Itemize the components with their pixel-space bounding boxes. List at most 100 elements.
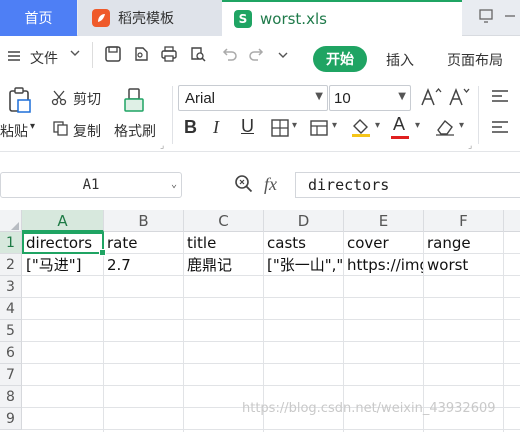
- underline-button[interactable]: U: [241, 116, 254, 137]
- print-icon[interactable]: [160, 45, 178, 68]
- menu-file[interactable]: 文件: [30, 48, 58, 68]
- tab-home[interactable]: 首页: [0, 0, 77, 36]
- cell-e1[interactable]: cover: [343, 232, 423, 254]
- align-top-icon[interactable]: [490, 88, 510, 110]
- fill-color-dropdown-icon[interactable]: ▾: [375, 120, 380, 131]
- window-mode-icon[interactable]: [478, 8, 494, 28]
- hamburger-menu-icon[interactable]: [6, 48, 22, 68]
- chevron-down-icon[interactable]: [68, 46, 82, 64]
- tab-file-label: worst.xls: [260, 10, 327, 28]
- tab-daoke-templates[interactable]: 稻壳模板: [78, 0, 222, 36]
- row-header-7[interactable]: 7: [0, 364, 22, 386]
- print-preview-icon[interactable]: [189, 45, 207, 68]
- select-all-corner[interactable]: [0, 210, 22, 232]
- font-color-dropdown-icon[interactable]: ▾: [415, 120, 420, 131]
- active-cell-selection[interactable]: [22, 232, 106, 256]
- column-header-a[interactable]: A: [22, 210, 104, 232]
- font-size-select[interactable]: 10 ▼: [329, 85, 411, 111]
- grid-line: [22, 429, 520, 430]
- row-header-4[interactable]: 4: [0, 298, 22, 320]
- chevron-down-icon: ⌄: [170, 179, 177, 190]
- spreadsheet-window: 首页 稻壳模板 S worst.xls 文件 开始 插入 页面布局 粘贴 ▾ 剪…: [0, 0, 520, 432]
- font-name-select[interactable]: Arial ▼: [178, 85, 328, 111]
- cell-c1[interactable]: title: [183, 232, 263, 254]
- cell-f1[interactable]: range: [423, 232, 503, 254]
- tab-home-label: 首页: [24, 11, 53, 27]
- font-group-expander-icon[interactable]: ⌟: [468, 141, 472, 151]
- ribbon-divider: [172, 86, 173, 144]
- row-header-2[interactable]: 2: [0, 254, 22, 276]
- tab-daoke-label: 稻壳模板: [118, 11, 174, 27]
- cell-c2[interactable]: 鹿鼎记: [183, 254, 263, 276]
- font-color-swatch: [391, 136, 409, 139]
- tab-start[interactable]: 开始: [313, 46, 367, 72]
- format-painter-button[interactable]: 格式刷: [114, 121, 156, 141]
- row-header-9[interactable]: 9: [0, 408, 22, 430]
- tab-insert[interactable]: 插入: [386, 50, 414, 70]
- clipboard-group-expander-icon[interactable]: ⌟: [160, 141, 164, 151]
- cell-a2[interactable]: ["马进"]: [22, 254, 103, 276]
- cut-button[interactable]: 剪切: [73, 89, 101, 109]
- borders-icon[interactable]: [270, 118, 290, 142]
- tab-worst-xls[interactable]: S worst.xls: [222, 0, 462, 36]
- scissors-icon[interactable]: [50, 89, 68, 111]
- paste-button[interactable]: 粘贴: [0, 121, 28, 141]
- grid-line: [22, 385, 520, 386]
- increase-font-size-icon[interactable]: [420, 86, 442, 112]
- chevron-down-icon: ▼: [398, 91, 406, 102]
- column-headers: A B C D E F: [0, 210, 520, 232]
- column-header-f[interactable]: F: [424, 210, 504, 232]
- cell-d2[interactable]: ["张一山",": [263, 254, 343, 276]
- fill-color-icon[interactable]: [350, 116, 372, 142]
- insert-function-button[interactable]: fx: [264, 174, 277, 195]
- font-color-button[interactable]: A: [393, 114, 405, 135]
- row-header-3[interactable]: 3: [0, 276, 22, 298]
- quick-access-more-icon[interactable]: [276, 47, 290, 67]
- ribbon-divider: [478, 86, 479, 144]
- italic-button[interactable]: I: [213, 117, 219, 138]
- column-header-g-partial[interactable]: [504, 210, 520, 232]
- redo-icon[interactable]: [248, 45, 266, 68]
- formula-input[interactable]: directors: [295, 172, 520, 198]
- tab-page-layout[interactable]: 页面布局: [447, 50, 503, 70]
- copy-button[interactable]: 复制: [73, 121, 101, 141]
- tab-bar: 首页 稻壳模板 S worst.xls: [0, 0, 520, 36]
- row-header-5[interactable]: 5: [0, 320, 22, 342]
- watermark-text: https://blog.csdn.net/weixin_43932609: [242, 401, 496, 416]
- copy-icon[interactable]: [52, 120, 69, 141]
- clear-format-icon[interactable]: [434, 117, 456, 141]
- cell-b2[interactable]: 2.7: [103, 254, 183, 276]
- cell-style-icon[interactable]: [309, 118, 329, 142]
- name-box-value: A1: [82, 177, 100, 193]
- cell-b1[interactable]: rate: [103, 232, 183, 254]
- decrease-font-size-icon[interactable]: [448, 86, 470, 112]
- zoom-lookup-icon[interactable]: [233, 173, 255, 199]
- paste-dropdown-icon[interactable]: ▾: [30, 121, 35, 132]
- minimize-icon[interactable]: [503, 8, 517, 28]
- save-icon[interactable]: [104, 45, 122, 68]
- export-pdf-icon[interactable]: [132, 45, 150, 68]
- borders-dropdown-icon[interactable]: ▾: [292, 120, 297, 131]
- grid-line: [22, 319, 520, 320]
- format-painter-icon[interactable]: [122, 87, 146, 117]
- paste-icon[interactable]: [6, 86, 34, 118]
- row-header-1[interactable]: 1: [0, 232, 22, 254]
- clear-format-dropdown-icon[interactable]: ▾: [459, 120, 464, 131]
- undo-icon[interactable]: [220, 45, 238, 68]
- align-left-icon[interactable]: [490, 119, 510, 141]
- column-header-e[interactable]: E: [344, 210, 424, 232]
- column-header-c[interactable]: C: [184, 210, 264, 232]
- column-header-b[interactable]: B: [104, 210, 184, 232]
- name-box[interactable]: A1 ⌄: [0, 172, 182, 198]
- row-header-8[interactable]: 8: [0, 386, 22, 408]
- daoke-logo-icon: [92, 9, 110, 27]
- cell-e2[interactable]: https://img: [343, 254, 423, 276]
- grid-line: [22, 341, 520, 342]
- row-header-6[interactable]: 6: [0, 342, 22, 364]
- cell-d1[interactable]: casts: [263, 232, 343, 254]
- column-header-d[interactable]: D: [264, 210, 344, 232]
- grid-line: [22, 363, 520, 364]
- cell-f2[interactable]: worst: [423, 254, 503, 276]
- bold-button[interactable]: B: [184, 117, 197, 138]
- cell-style-dropdown-icon[interactable]: ▾: [332, 120, 337, 131]
